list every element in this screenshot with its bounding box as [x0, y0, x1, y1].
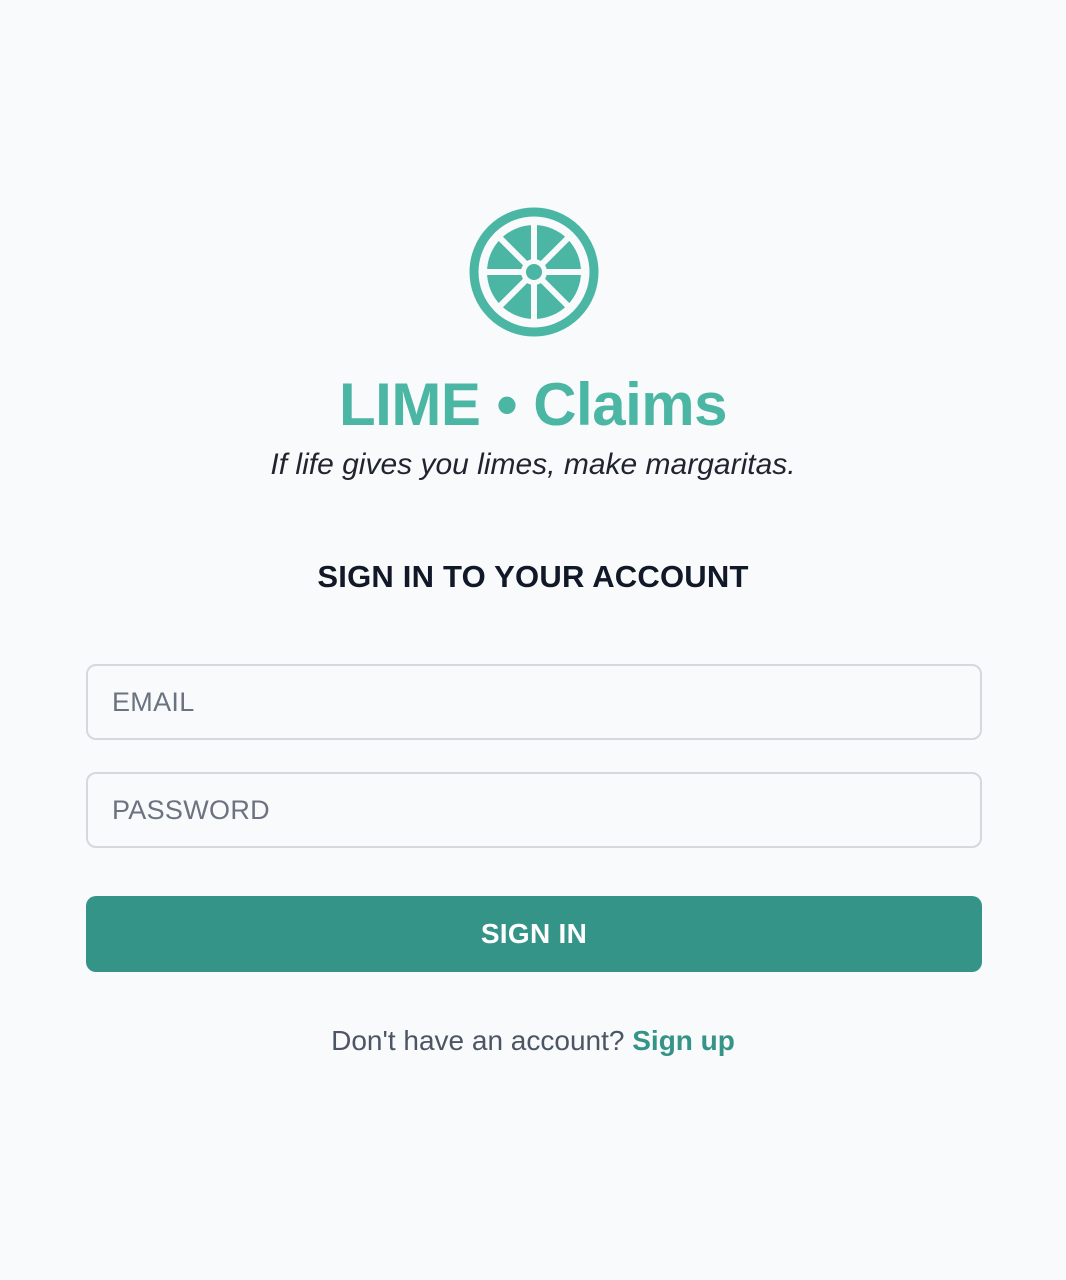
sign-in-button[interactable]: SIGN IN	[86, 896, 982, 972]
sign-up-link[interactable]: Sign up	[632, 1025, 735, 1056]
brand-title: LIME • Claims	[339, 371, 727, 438]
form-heading: SIGN IN TO YOUR ACCOUNT	[317, 559, 749, 594]
email-field[interactable]	[86, 664, 982, 740]
signup-prompt-text: Don't have an account?	[331, 1025, 625, 1056]
signup-prompt: Don't have an account? Sign up	[0, 1022, 1066, 1060]
brand-tagline: If life gives you limes, make margaritas…	[270, 448, 796, 481]
lime-slice-icon	[469, 207, 599, 337]
password-field[interactable]	[86, 772, 982, 848]
login-page: LIME • Claims If life gives you limes, m…	[0, 0, 1066, 1280]
